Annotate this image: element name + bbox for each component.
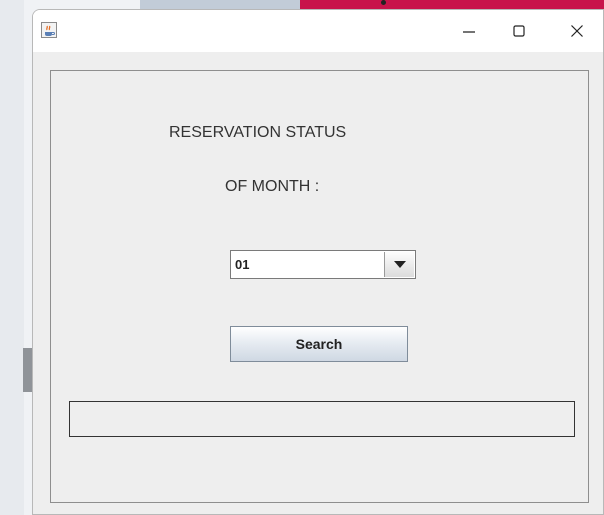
desktop-background bbox=[0, 0, 24, 515]
background-window-dot bbox=[381, 0, 386, 5]
heading-line-1: RESERVATION STATUS bbox=[169, 124, 347, 141]
minimize-icon bbox=[463, 31, 475, 33]
app-window: RESERVATION STATUS OF MONTH : 01 Search bbox=[32, 9, 604, 515]
month-select[interactable]: 01 bbox=[230, 250, 416, 279]
form-panel: RESERVATION STATUS OF MONTH : 01 Search bbox=[50, 70, 589, 503]
java-cup-icon[interactable] bbox=[41, 22, 57, 38]
maximize-icon bbox=[513, 25, 525, 37]
close-icon bbox=[571, 25, 583, 37]
month-select-value: 01 bbox=[235, 257, 250, 272]
heading-line-2: OF MONTH : bbox=[225, 178, 320, 195]
search-button[interactable]: Search bbox=[230, 326, 408, 362]
title-bar[interactable] bbox=[33, 10, 603, 52]
month-select-toggle[interactable] bbox=[384, 252, 414, 277]
maximize-button[interactable] bbox=[495, 10, 543, 52]
chevron-down-icon bbox=[393, 261, 406, 268]
minimize-button[interactable] bbox=[445, 10, 493, 52]
close-button[interactable] bbox=[553, 10, 601, 52]
window-content: RESERVATION STATUS OF MONTH : 01 Search bbox=[33, 52, 603, 514]
result-field[interactable] bbox=[69, 401, 575, 437]
